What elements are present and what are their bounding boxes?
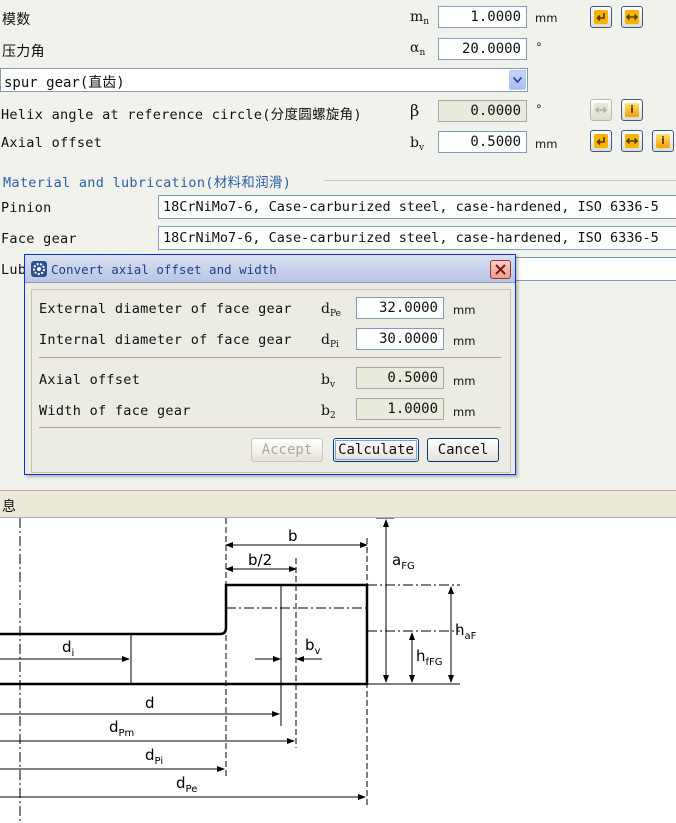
axial-offset-sizing-button[interactable] <box>621 130 643 152</box>
axial-offset-info-button[interactable]: i <box>652 130 674 152</box>
helix-angle-label: Helix angle at reference circle(分度圆螺旋角) <box>1 107 362 123</box>
dialog-axial-offset-output: 0.5000 <box>356 367 444 389</box>
calculate-button[interactable]: Calculate <box>333 438 419 462</box>
materials-section-title: Material and lubrication(材料和润滑) <box>3 175 292 191</box>
module-sizing-button[interactable] <box>621 6 643 28</box>
internal-diameter-input[interactable]: 30.0000 <box>356 328 444 350</box>
section-divider <box>324 180 676 181</box>
dim-afg-label: aFG <box>392 551 415 572</box>
pressure-angle-symbol: αn <box>410 40 426 58</box>
face-width-label: Width of face gear <box>39 403 191 419</box>
face-width-symbol: b2 <box>321 403 336 421</box>
axial-offset-label: Axial offset <box>1 135 103 151</box>
helix-angle-symbol: β <box>410 101 420 120</box>
axial-offset-arrow-button[interactable] <box>590 130 612 152</box>
face-width-output: 1.0000 <box>356 398 444 420</box>
module-arrow-button[interactable] <box>590 6 612 28</box>
gear-type-select[interactable]: spur gear(直齿) <box>0 68 528 92</box>
gear-type-value: spur gear(直齿) <box>4 75 125 91</box>
info-bar: 息 <box>0 490 676 518</box>
accept-button[interactable]: Accept <box>251 438 323 462</box>
close-icon <box>495 264 506 275</box>
info-icon: i <box>656 134 670 148</box>
external-diameter-symbol: dPe <box>321 301 341 319</box>
arrow-left-icon <box>594 134 608 148</box>
info-bar-label: 息 <box>2 499 16 515</box>
arrow-left-icon <box>594 10 608 24</box>
dim-dpi-label: dPi <box>145 746 163 767</box>
external-diameter-input[interactable]: 32.0000 <box>356 297 444 319</box>
helix-info-button[interactable]: i <box>621 99 643 121</box>
helix-angle-input[interactable]: 0.0000 <box>438 100 527 122</box>
dim-b-label: b <box>288 527 298 545</box>
pressure-angle-unit: ° <box>536 40 542 54</box>
axial-offset-unit: mm <box>535 137 558 151</box>
dialog-titlebar[interactable]: Convert axial offset and width <box>25 255 515 283</box>
gear-type-dropdown-button[interactable] <box>509 70 526 90</box>
dim-b-half-label: b/2 <box>248 551 272 569</box>
chevron-down-icon <box>513 77 522 83</box>
dialog-axial-offset-unit: mm <box>453 374 476 388</box>
lubrication-field[interactable] <box>505 257 676 281</box>
dim-haf-label: haF <box>455 621 477 642</box>
external-diameter-unit: mm <box>453 303 476 317</box>
arrows-left-right-icon <box>625 134 639 148</box>
info-icon: i <box>625 103 639 117</box>
pressure-angle-input[interactable]: 20.0000 <box>438 38 527 60</box>
pressure-angle-label: 压力角 <box>2 44 45 60</box>
convert-dialog: Convert axial offset and width External … <box>24 254 516 475</box>
internal-diameter-label: Internal diameter of face gear <box>39 332 292 348</box>
arrows-left-right-icon <box>594 103 608 117</box>
dialog-axial-offset-symbol: bv <box>321 372 336 390</box>
dim-bv-label: bv <box>305 636 321 657</box>
internal-diameter-symbol: dPi <box>321 332 339 350</box>
axial-offset-input[interactable]: 0.5000 <box>438 131 527 153</box>
dim-dpe-label: dPe <box>176 774 197 795</box>
dim-di-label: di <box>62 638 74 659</box>
dialog-close-button[interactable] <box>490 260 511 279</box>
face-gear-sketch: b b/2 aFG haF hfFG di bv d dPm dPi dPe <box>0 517 477 823</box>
geometry-diagram: b b/2 aFG haF hfFG di bv d dPm dPi dPe <box>0 517 676 823</box>
internal-diameter-unit: mm <box>453 334 476 348</box>
dim-hffg-label: hfFG <box>416 647 443 668</box>
module-symbol: mn <box>410 9 430 27</box>
helix-sizing-button[interactable] <box>590 99 612 121</box>
face-width-unit: mm <box>453 405 476 419</box>
arrows-left-right-icon <box>625 10 639 24</box>
axial-offset-symbol: bv <box>410 135 425 153</box>
face-gear-label: Face gear <box>1 231 77 247</box>
helix-angle-unit: ° <box>536 102 542 116</box>
face-gear-outline <box>0 583 369 686</box>
dim-dpm-label: dPm <box>109 718 134 739</box>
pinion-material-field[interactable]: 18CrNiMo7-6, Case-carburized steel, case… <box>158 195 676 219</box>
dim-d-label: d <box>145 694 155 712</box>
module-unit: mm <box>535 11 558 25</box>
app-icon <box>31 261 47 277</box>
module-input[interactable]: 1.0000 <box>438 6 527 28</box>
pinion-label: Pinion <box>1 200 52 216</box>
module-label: 模数 <box>2 12 31 28</box>
dialog-divider-bottom <box>39 427 501 428</box>
dialog-title: Convert axial offset and width <box>51 262 277 277</box>
dialog-axial-offset-label: Axial offset <box>39 372 141 388</box>
dialog-divider <box>39 357 501 358</box>
external-diameter-label: External diameter of face gear <box>39 301 292 317</box>
cancel-button[interactable]: Cancel <box>427 438 499 462</box>
face-gear-material-field[interactable]: 18CrNiMo7-6, Case-carburized steel, case… <box>158 226 676 250</box>
